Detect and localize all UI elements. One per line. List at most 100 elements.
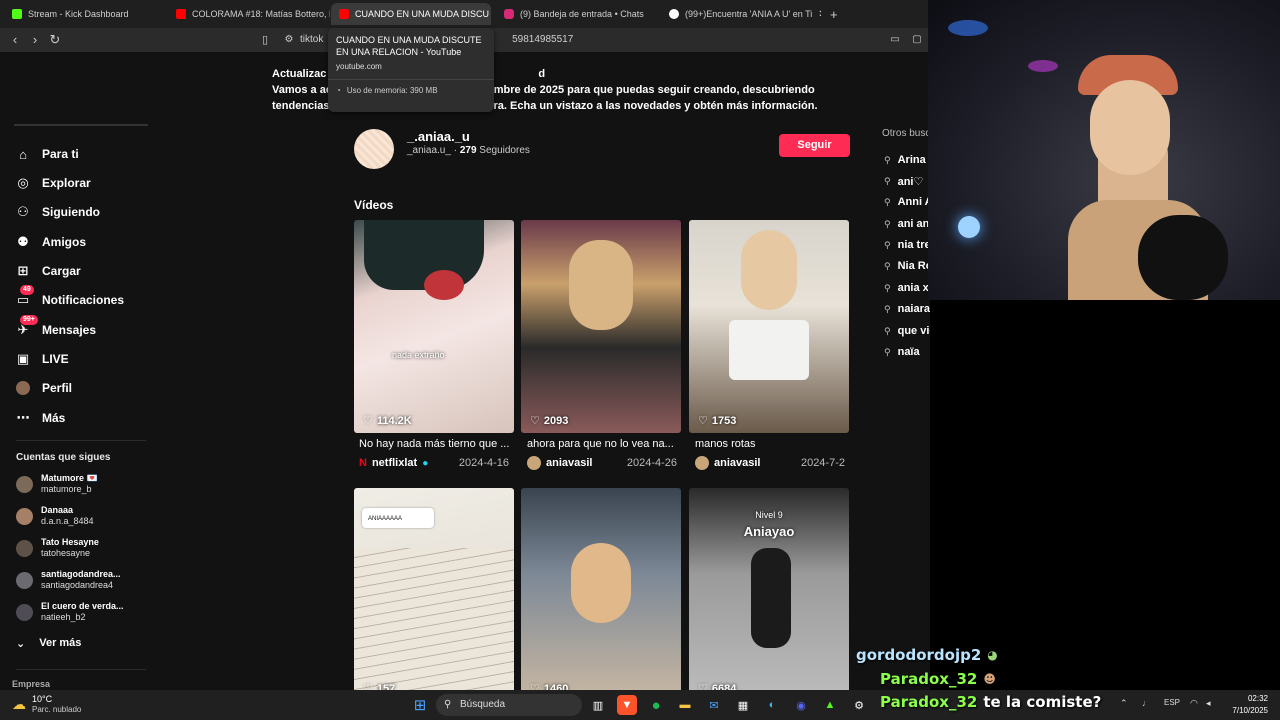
search-suggestion[interactable]: ⚲ que video de anais molina bbox=[884, 323, 930, 339]
tab-youtube-active[interactable]: CUANDO EN UNA MUDA DISCU ✕ bbox=[331, 3, 491, 25]
volume-icon[interactable]: ◂ bbox=[1206, 698, 1211, 709]
sidebar-item-para-ti[interactable]: ⌂ Para ti bbox=[16, 143, 79, 165]
tab-tiktok[interactable]: (99+)Encuentra 'ANIA A U' en Ti ✕ bbox=[661, 3, 821, 25]
followed-account[interactable]: Danaaa d.a.n.a_8484 bbox=[16, 502, 94, 530]
search-suggestion[interactable]: ⚲ ania x bbox=[884, 280, 929, 296]
edge-icon[interactable]: ◐ bbox=[762, 695, 782, 715]
heart-icon: ♡ bbox=[698, 415, 708, 427]
video-thumbnail[interactable]: ♡ 1460 bbox=[521, 488, 681, 690]
tab-colorama[interactable]: COLORAMA #18: Matías Bottero, Ma bbox=[168, 3, 330, 25]
weather-condition: Parc. nublado bbox=[32, 705, 82, 714]
sidebar-item-live[interactable]: ▣ LIVE bbox=[16, 348, 69, 370]
chevron-up-icon[interactable]: ⌃ bbox=[1120, 698, 1128, 709]
windows-start-icon[interactable]: ⊞ bbox=[410, 695, 430, 715]
video-date: 2024-4-26 bbox=[626, 457, 677, 469]
profile-icon bbox=[16, 381, 30, 395]
video-thumbnail[interactable]: ♡ 2093 bbox=[521, 220, 681, 433]
settings-icon[interactable]: ⚙ bbox=[849, 695, 869, 715]
picture-in-picture-icon[interactable]: ▭ bbox=[886, 31, 904, 49]
see-more-button[interactable]: ⌄ Ver más bbox=[16, 637, 81, 650]
taskbar-search[interactable]: ⚲ Búsqueda bbox=[436, 694, 582, 716]
url-text: tiktok bbox=[300, 34, 324, 45]
close-tab-icon[interactable]: ✕ bbox=[818, 9, 821, 20]
video-author[interactable]: aniavasil bbox=[714, 457, 760, 469]
video-thumbnail[interactable]: ♡ 1753 bbox=[689, 220, 849, 433]
chat-username: Paradox_32 bbox=[880, 693, 978, 711]
likes-count: 1460 bbox=[543, 682, 569, 691]
forward-icon[interactable]: › bbox=[26, 31, 44, 49]
sidebar-item-amigos[interactable]: ⚉ Amigos bbox=[16, 231, 86, 253]
video-caption[interactable]: No hay nada más tierno que ... bbox=[359, 438, 519, 450]
video-thumbnail[interactable]: Nivel 9 Aniayao ♡ 6684 bbox=[689, 488, 849, 690]
video-author[interactable]: aniavasil bbox=[546, 457, 592, 469]
kick-icon bbox=[12, 9, 22, 19]
new-tab-button[interactable]: + bbox=[822, 3, 844, 25]
suggestion-label: Nia Ro bbox=[897, 260, 930, 272]
sidebar-scrollbar[interactable] bbox=[14, 124, 148, 126]
search-suggestion[interactable]: ⚲ ani an bbox=[884, 216, 929, 232]
video-caption[interactable]: manos rotas bbox=[695, 438, 855, 450]
store-icon[interactable]: ▦ bbox=[733, 695, 753, 715]
likes-count: 2093 bbox=[543, 414, 569, 427]
search-suggestion[interactable]: ⚲ naiara y anais bbox=[884, 301, 930, 317]
video-caption[interactable]: ahora para que no lo vea na... bbox=[527, 438, 687, 450]
search-suggestion[interactable]: ⚲ naïa bbox=[884, 344, 920, 360]
follow-button[interactable]: Seguir bbox=[779, 134, 850, 157]
sidebar-item-perfil[interactable]: Perfil bbox=[16, 377, 72, 399]
search-suggestion[interactable]: ⚲ Anni A bbox=[884, 194, 930, 210]
cast-icon[interactable]: ▢ bbox=[908, 31, 926, 49]
avatar bbox=[16, 571, 33, 589]
videos-section-title: Vídeos bbox=[354, 198, 394, 212]
video-thumbnail[interactable]: nada extraño ♡ 114.2K bbox=[354, 220, 514, 433]
wifi-icon[interactable]: ◠ bbox=[1190, 698, 1198, 709]
kick-app-icon[interactable]: ▲ bbox=[820, 695, 840, 715]
netflix-icon: N bbox=[359, 457, 367, 469]
search-icon: ⚲ bbox=[884, 218, 891, 229]
search-suggestion[interactable]: ⚲ ani♡ bbox=[884, 173, 923, 189]
language-indicator[interactable]: ESP bbox=[1164, 698, 1180, 707]
sidebar-item-cargar[interactable]: ⊞ Cargar bbox=[16, 260, 81, 282]
avatar bbox=[16, 603, 33, 621]
discord-icon[interactable]: ◉ bbox=[791, 695, 811, 715]
system-clock[interactable]: 02:32 7/10/2025 bbox=[1222, 693, 1268, 717]
sidebar-item-mensajes[interactable]: ✈ 99+ Mensajes bbox=[16, 315, 96, 341]
search-icon: ⚲ bbox=[884, 260, 891, 271]
following-accounts-title: Cuentas que sigues bbox=[16, 452, 111, 463]
profile-avatar[interactable] bbox=[354, 129, 394, 169]
followed-account[interactable]: Tato Hesayne tatohesayne bbox=[16, 534, 99, 562]
video-thumbnail[interactable]: ANIAAAAAA ♡ 157 bbox=[354, 488, 514, 690]
search-suggestion[interactable]: ⚲ Nia Ro bbox=[884, 258, 930, 274]
followed-account[interactable]: Matumore 💌 matumore_b bbox=[16, 470, 98, 498]
followed-account[interactable]: santiagodandrea... santiagodandrea4 bbox=[16, 566, 121, 594]
video-likes: ♡ 1753 bbox=[698, 414, 736, 428]
sidebar-item-notificaciones[interactable]: ▭ 49 Notificaciones bbox=[16, 285, 124, 311]
reload-icon[interactable]: ↻ bbox=[46, 31, 64, 49]
task-view-icon[interactable]: ▥ bbox=[588, 695, 608, 715]
bookmark-icon[interactable]: ▯ bbox=[256, 31, 274, 49]
weather-widget[interactable]: ☁ 10°C Parc. nublado bbox=[12, 694, 81, 715]
site-info-icon[interactable]: ⚙ bbox=[280, 31, 298, 49]
spotify-icon[interactable]: ● bbox=[646, 695, 666, 715]
file-explorer-icon[interactable]: ▬ bbox=[675, 695, 695, 715]
suggestion-label: ani an bbox=[897, 218, 930, 230]
mail-icon[interactable]: ✉ bbox=[704, 695, 724, 715]
video-author[interactable]: netflixlat bbox=[372, 457, 417, 469]
sidebar-item-mas[interactable]: ⋯ Más bbox=[16, 407, 66, 429]
brave-icon[interactable]: ▼ bbox=[617, 695, 637, 715]
heart-icon: ♡ bbox=[530, 415, 540, 427]
microphone-icon[interactable]: ♩ bbox=[1142, 698, 1151, 708]
followed-account[interactable]: El cuero de verda... natieeh_b2 bbox=[16, 598, 124, 626]
tab-instagram[interactable]: (9) Bandeja de entrada • Chats bbox=[496, 3, 656, 25]
search-suggestion[interactable]: ⚲ Arina bbox=[884, 152, 926, 168]
back-icon[interactable]: ‹ bbox=[6, 31, 24, 49]
suggestion-label: ani♡ bbox=[897, 175, 924, 188]
sidebar-item-explorar[interactable]: ◎ Explorar bbox=[16, 172, 90, 194]
banner-text: d bbox=[538, 68, 546, 80]
chat-message: Paradox_32 te la comiste? bbox=[880, 691, 1101, 713]
tab-kick[interactable]: Stream - Kick Dashboard bbox=[4, 3, 168, 25]
search-icon: ⚲ bbox=[884, 175, 891, 186]
search-suggestion[interactable]: ⚲ nia tre bbox=[884, 237, 930, 253]
likes-count: 157 bbox=[376, 682, 396, 691]
sidebar-item-siguiendo[interactable]: ⚇ Siguiendo bbox=[16, 201, 100, 223]
live-icon: ▣ bbox=[16, 351, 30, 366]
